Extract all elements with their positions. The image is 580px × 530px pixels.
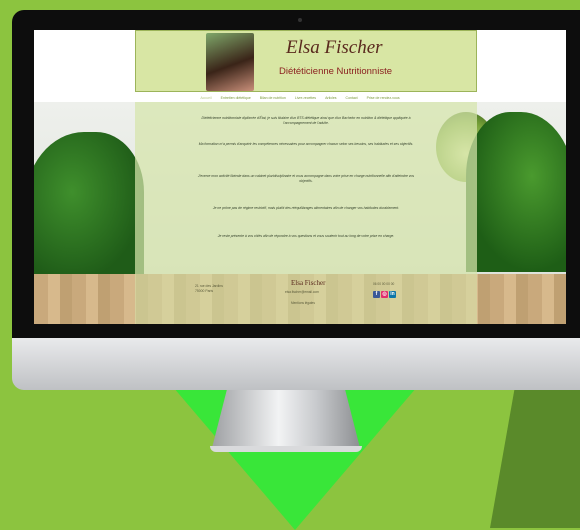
footer-name: Elsa Fischer bbox=[291, 279, 326, 287]
background-shape bbox=[490, 390, 580, 528]
site-title: Elsa Fischer bbox=[286, 37, 383, 58]
content-panel: Diététicienne nutritionniste diplômée d'… bbox=[135, 102, 477, 274]
support-paragraph: Je reste présente à vos côtés afin de ré… bbox=[217, 234, 395, 238]
avatar bbox=[206, 33, 254, 91]
monitor-screen: Elsa Fischer Diététicienne Nutritionnist… bbox=[34, 30, 566, 324]
social-links: f ◎ in bbox=[373, 291, 396, 298]
nav-item-contact[interactable]: Contact bbox=[346, 94, 358, 102]
intro-paragraph: Diététicienne nutritionniste diplômée d'… bbox=[201, 116, 411, 125]
footer-address-line: 75000 Paris bbox=[195, 288, 214, 293]
practice-paragraph: J'exerce mon activité libérale dans un c… bbox=[197, 174, 415, 183]
nav-item-rendez-vous[interactable]: Prise de rendez-vous bbox=[367, 94, 400, 102]
main-nav: Accueil Entretien diététique Bilan de nu… bbox=[34, 94, 566, 102]
header: Elsa Fischer Diététicienne Nutritionnist… bbox=[34, 30, 566, 94]
nav-item-articles[interactable]: Articles bbox=[325, 94, 336, 102]
camera-icon bbox=[298, 18, 302, 22]
monitor-stand bbox=[212, 390, 360, 448]
instagram-icon[interactable]: ◎ bbox=[381, 291, 388, 298]
kale-image bbox=[466, 112, 566, 272]
footer-email[interactable]: elsa.fischer@email.com bbox=[285, 290, 319, 294]
header-card: Elsa Fischer Diététicienne Nutritionnist… bbox=[135, 30, 477, 92]
monitor-foot bbox=[210, 446, 362, 452]
monitor-chin bbox=[12, 338, 580, 390]
site-subtitle: Diététicienne Nutritionniste bbox=[279, 66, 393, 77]
nav-item-recettes[interactable]: Livre-recettes bbox=[295, 94, 316, 102]
footer: 21 rue des Jardins 75000 Paris Elsa Fisc… bbox=[135, 274, 477, 324]
footer-address: 21 rue des Jardins 75000 Paris bbox=[195, 284, 223, 293]
footer-legal-link[interactable]: Mentions légales bbox=[291, 301, 315, 305]
footer-address-line: 21 rue des Jardins bbox=[195, 284, 223, 288]
footer-phone: 06 00 00 00 00 bbox=[373, 282, 395, 286]
vegetable-image bbox=[34, 132, 144, 282]
nav-item-bilan[interactable]: Bilan de nutrition bbox=[260, 94, 286, 102]
nav-item-entretien[interactable]: Entretien diététique bbox=[221, 94, 251, 102]
training-paragraph: Ma formation m'a permis d'acquérir les c… bbox=[198, 142, 414, 146]
approach-paragraph: Je ne prône pas de régime restrictif, ma… bbox=[212, 206, 400, 210]
facebook-icon[interactable]: f bbox=[373, 291, 380, 298]
nav-item-accueil[interactable]: Accueil bbox=[200, 94, 211, 102]
linkedin-icon[interactable]: in bbox=[389, 291, 396, 298]
